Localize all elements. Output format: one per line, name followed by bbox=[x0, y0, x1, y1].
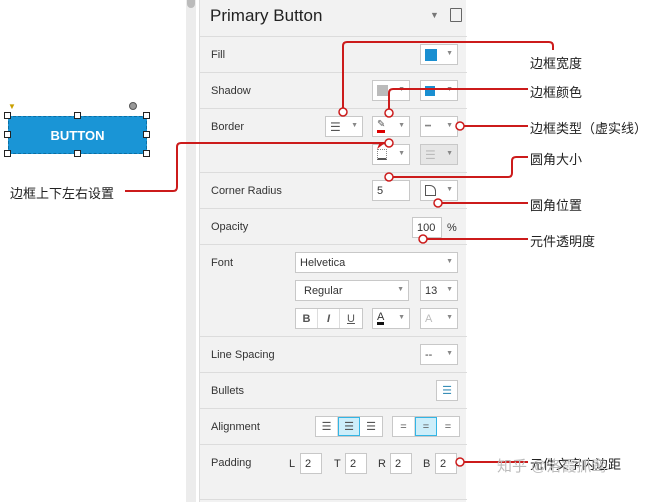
annotation-opacity: 元件透明度 bbox=[530, 234, 596, 249]
border-color-dropdown[interactable]: ✎ bbox=[372, 116, 410, 137]
corner-radius-row: Corner Radius 5 bbox=[200, 172, 467, 208]
chevron-down-icon[interactable]: ▼ bbox=[430, 10, 439, 20]
shadow-label: Shadow bbox=[211, 85, 251, 97]
align-middle-icon[interactable]: = bbox=[415, 417, 437, 436]
padding-right-input[interactable]: 2 bbox=[390, 453, 412, 474]
padding-bottom-input[interactable]: 2 bbox=[435, 453, 457, 474]
anchor-triangle-icon[interactable]: ▼ bbox=[8, 102, 16, 111]
opacity-input[interactable]: 100 bbox=[412, 217, 442, 238]
padding-right-label: R bbox=[378, 458, 386, 470]
outer-shadow-dropdown[interactable] bbox=[372, 80, 410, 101]
padding-row: Padding L 2 T 2 R 2 B 2 bbox=[200, 444, 467, 500]
font-weight-select[interactable]: Regular bbox=[295, 280, 409, 301]
resize-handle[interactable] bbox=[74, 112, 81, 119]
annotation-border-color: 边框颜色 bbox=[530, 85, 583, 100]
underline-button[interactable]: U bbox=[340, 309, 362, 328]
border-label: Border bbox=[211, 121, 245, 133]
align-left-icon[interactable]: ☰ bbox=[316, 417, 338, 436]
arrow-style-icon: ☰ bbox=[425, 147, 436, 162]
fill-color-picker[interactable] bbox=[420, 44, 458, 65]
align-bottom-icon[interactable]: = bbox=[437, 417, 459, 436]
shadow-row: Shadow bbox=[200, 72, 467, 108]
padding-left-label: L bbox=[289, 458, 296, 470]
inner-shadow-dropdown[interactable] bbox=[420, 80, 458, 101]
text-color-icon: A bbox=[377, 311, 385, 325]
fill-row: Fill bbox=[200, 36, 467, 72]
line-spacing-row: Line Spacing -- bbox=[200, 336, 467, 372]
inner-shadow-icon bbox=[425, 85, 435, 96]
corner-radius-label: Corner Radius bbox=[211, 185, 282, 197]
pen-icon: ✎ bbox=[377, 120, 386, 133]
padding-label: Padding bbox=[211, 457, 252, 469]
resize-handle[interactable] bbox=[4, 150, 11, 157]
font-family-select[interactable]: Helvetica bbox=[295, 252, 458, 273]
border-sides-dropdown[interactable] bbox=[372, 144, 410, 165]
text-color-dropdown[interactable]: A bbox=[372, 308, 410, 329]
bullets-label: Bullets bbox=[211, 385, 245, 397]
arrow-style-dropdown: ☰ bbox=[420, 144, 458, 165]
resize-handle[interactable] bbox=[143, 150, 150, 157]
fill-swatch bbox=[425, 48, 437, 61]
bold-button[interactable]: B bbox=[296, 309, 318, 328]
italic-button[interactable]: I bbox=[318, 309, 340, 328]
shadow-icon bbox=[377, 85, 388, 96]
opacity-label: Opacity bbox=[211, 221, 249, 233]
font-row: Font Helvetica Regular 13 B I U A A bbox=[200, 244, 467, 336]
panel-title: Primary Button bbox=[210, 6, 323, 25]
alignment-label: Alignment bbox=[211, 421, 260, 433]
annotation-border-type: 边框类型（虚实线） bbox=[530, 121, 648, 136]
rotate-handle-icon[interactable] bbox=[129, 102, 137, 110]
annotation-border-sides: 边框上下左右设置 bbox=[10, 186, 115, 201]
align-right-icon[interactable]: ☰ bbox=[360, 417, 382, 436]
primary-button-widget[interactable]: BUTTON bbox=[8, 116, 147, 154]
alignment-row: Alignment ☰ ☰ ☰ = = = bbox=[200, 408, 467, 444]
style-panel: Primary Button ▼ Fill Shadow Border ☰ ✎ … bbox=[199, 0, 467, 502]
scrollbar[interactable] bbox=[186, 0, 196, 502]
resize-handle[interactable] bbox=[4, 112, 11, 119]
resize-handle[interactable] bbox=[143, 131, 150, 138]
notes-icon[interactable] bbox=[450, 8, 462, 22]
corner-radius-input[interactable]: 5 bbox=[372, 180, 410, 201]
line-width-icon: ☰ bbox=[330, 119, 341, 134]
horizontal-align-group: ☰ ☰ ☰ bbox=[315, 416, 383, 437]
opacity-row: Opacity 100 % bbox=[200, 208, 467, 244]
resize-handle[interactable] bbox=[74, 150, 81, 157]
padding-bottom-label: B bbox=[423, 458, 431, 470]
padding-left-input[interactable]: 2 bbox=[300, 453, 322, 474]
annotation-border-width: 边框宽度 bbox=[530, 56, 583, 71]
dashed-line-icon: ┅ bbox=[425, 121, 432, 132]
font-size-select[interactable]: 13 bbox=[420, 280, 458, 301]
padding-top-input[interactable]: 2 bbox=[345, 453, 367, 474]
border-type-dropdown[interactable]: ┅ bbox=[420, 116, 458, 137]
annotation-corner-size: 圆角大小 bbox=[530, 152, 583, 167]
vertical-align-group: = = = bbox=[392, 416, 460, 437]
line-spacing-select[interactable]: -- bbox=[420, 344, 458, 365]
fill-label: Fill bbox=[211, 49, 226, 61]
align-center-icon[interactable]: ☰ bbox=[338, 417, 360, 436]
bullets-toggle-icon[interactable]: ☰ bbox=[436, 380, 458, 401]
font-label: Font bbox=[211, 257, 234, 269]
align-top-icon[interactable]: = bbox=[393, 417, 415, 436]
percent-label: % bbox=[447, 222, 457, 234]
corner-icon bbox=[425, 185, 436, 196]
text-shadow-icon: A bbox=[425, 312, 433, 325]
annotation-corner-position: 圆角位置 bbox=[530, 198, 583, 213]
corner-position-dropdown[interactable] bbox=[420, 180, 458, 201]
resize-handle[interactable] bbox=[4, 131, 11, 138]
button-label: BUTTON bbox=[50, 127, 105, 143]
text-style-group: B I U bbox=[295, 308, 363, 329]
border-sides-icon bbox=[377, 149, 387, 160]
text-shadow-dropdown[interactable]: A bbox=[420, 308, 458, 329]
line-spacing-label: Line Spacing bbox=[211, 349, 275, 361]
border-row: Border ☰ ✎ ┅ ☰ bbox=[200, 108, 467, 172]
border-width-dropdown[interactable]: ☰ bbox=[325, 116, 363, 137]
bullets-row: Bullets ☰ bbox=[200, 372, 467, 408]
watermark: 知乎 @洛霞抓鸾 bbox=[497, 458, 607, 475]
resize-handle[interactable] bbox=[143, 112, 150, 119]
padding-top-label: T bbox=[334, 458, 341, 470]
